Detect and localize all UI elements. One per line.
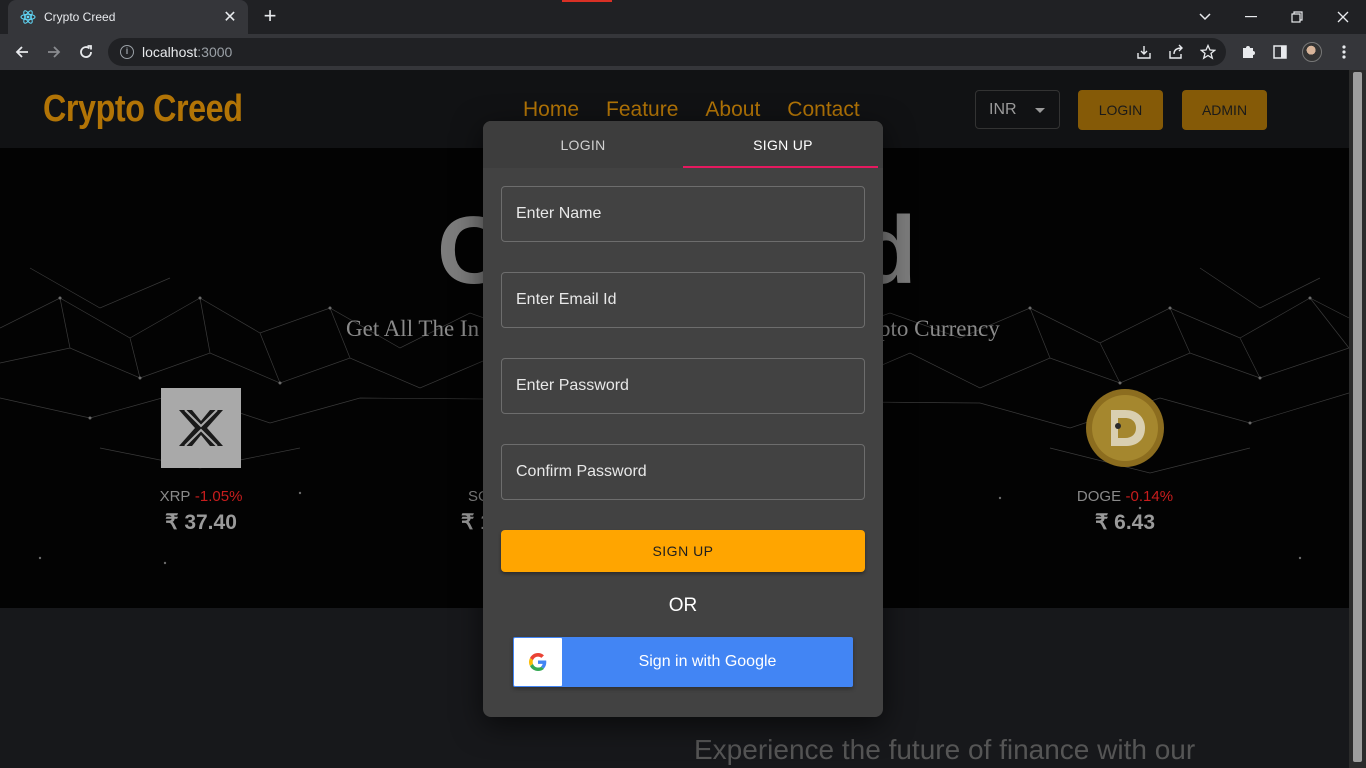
email-input[interactable] [501, 272, 865, 328]
auth-tabs: LOGIN SIGN UP [483, 121, 883, 168]
kebab-menu-icon[interactable] [1334, 42, 1354, 62]
coin-price: ₹ 6.43 [1094, 511, 1156, 534]
nav-links: Home Feature About Contact [523, 98, 860, 122]
address-bar[interactable]: i localhost:3000 [108, 38, 1226, 66]
login-nav-button[interactable]: LOGIN [1078, 90, 1163, 130]
back-arrow-icon[interactable] [10, 40, 34, 64]
profile-avatar[interactable] [1302, 42, 1322, 62]
name-input[interactable] [501, 186, 865, 242]
site-logo[interactable]: Crypto Creed [43, 88, 243, 131]
nav-link-about[interactable]: About [705, 98, 760, 122]
coin-change: -1.05% [194, 488, 243, 505]
coin-name: XRP [159, 488, 191, 505]
active-tab-indicator [683, 166, 878, 168]
tab-close-icon[interactable]: ✕ [222, 7, 238, 27]
currency-select[interactable]: INR [975, 90, 1060, 129]
coin-change: -0.14% [1125, 488, 1174, 505]
google-g-icon [529, 653, 547, 671]
coin-card-doge[interactable]: DOGE -0.14% ₹ 6.43 [1072, 388, 1178, 535]
extensions-puzzle-icon[interactable] [1238, 42, 1258, 62]
auth-modal: LOGIN SIGN UP SIGN UP OR Sign in with Go… [483, 121, 883, 717]
hero-subtitle-right: pto Currency [879, 316, 1000, 341]
password-input[interactable] [501, 358, 865, 414]
tab-search-icon[interactable] [1182, 0, 1228, 34]
nav-link-feature[interactable]: Feature [606, 98, 678, 122]
restore-icon[interactable] [1274, 0, 1320, 34]
google-signin-button[interactable]: Sign in with Google [513, 637, 853, 687]
minimize-icon[interactable] [1228, 0, 1274, 34]
coin-card-xrp[interactable]: XRP -1.05% ₹ 37.40 [155, 388, 247, 535]
react-icon [20, 10, 36, 24]
url-port: :3000 [197, 44, 233, 60]
close-window-icon[interactable] [1320, 0, 1366, 34]
dropdown-caret-icon [1035, 108, 1045, 113]
nav-link-contact[interactable]: Contact [787, 98, 859, 122]
share-icon[interactable] [1166, 42, 1186, 62]
side-panel-icon[interactable] [1270, 42, 1290, 62]
browser-tab-title: Crypto Creed [44, 10, 116, 24]
google-logo-box [514, 638, 562, 686]
browser-toolbar: i localhost:3000 [0, 34, 1366, 70]
url-host: localhost [142, 44, 198, 60]
reload-icon[interactable] [74, 40, 98, 64]
bookmark-star-icon[interactable] [1198, 42, 1218, 62]
google-signin-label: Sign in with Google [638, 653, 777, 670]
site-info-icon[interactable]: i [120, 45, 134, 59]
browser-tab-strip: Crypto Creed ✕ + [0, 0, 1366, 34]
page-scrollbar[interactable] [1349, 70, 1366, 768]
xrp-logo-icon [161, 388, 241, 468]
currency-value: INR [989, 100, 1017, 118]
tab-signup[interactable]: SIGN UP [683, 121, 883, 168]
dogecoin-logo-icon [1086, 389, 1164, 467]
admin-nav-button[interactable]: ADMIN [1182, 90, 1267, 130]
hero-subtitle-left: Get All The In [346, 316, 480, 341]
tab-login[interactable]: LOGIN [483, 121, 683, 168]
install-app-icon[interactable] [1134, 42, 1154, 62]
coin-name: DOGE [1076, 488, 1122, 505]
forward-arrow-icon[interactable] [42, 40, 66, 64]
coin-price: ₹ 37.40 [165, 511, 237, 534]
features-heading: Experience the future of finance with ou… [694, 734, 1196, 765]
new-tab-button[interactable]: + [258, 5, 282, 28]
confirm-password-input[interactable] [501, 444, 865, 500]
signup-submit-button[interactable]: SIGN UP [501, 530, 865, 572]
or-divider-text: OR [668, 595, 698, 616]
nav-link-home[interactable]: Home [523, 98, 579, 122]
recording-indicator [562, 0, 612, 2]
scrollbar-thumb[interactable] [1353, 72, 1362, 762]
browser-tab[interactable]: Crypto Creed ✕ [8, 0, 248, 34]
